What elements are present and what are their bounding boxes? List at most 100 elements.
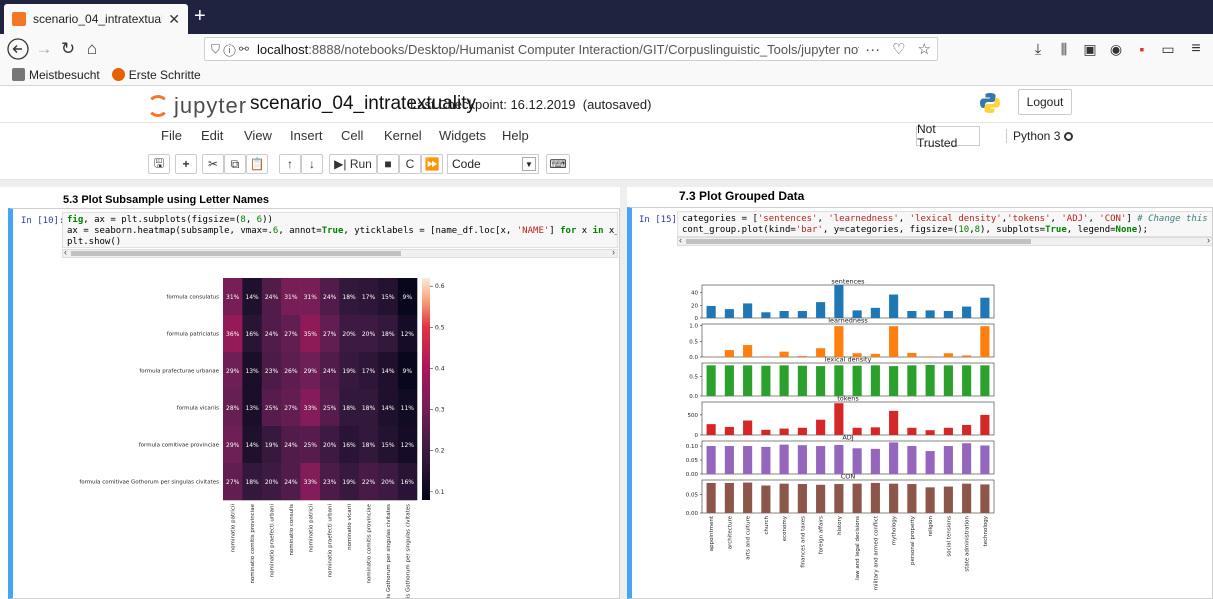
bar [889, 483, 899, 513]
scroll-left-icon[interactable]: ‹ [64, 247, 67, 257]
heatmap-cell-label: 27% [284, 331, 298, 338]
left-code-input[interactable]: fig, ax = plt.subplots(figsize=(8, 6)) ax… [62, 212, 618, 248]
scroll-right-icon[interactable]: › [612, 247, 615, 257]
move-down-icon[interactable]: ↓ [301, 154, 323, 174]
reader-icon[interactable]: ▭ [1158, 34, 1178, 64]
y-tick-label: 0.05 [686, 493, 699, 499]
bar [706, 305, 716, 318]
move-up-icon[interactable]: ↑ [279, 154, 301, 174]
heatmap-column-label: nominatio patricii [231, 504, 237, 553]
right-code-input[interactable]: categories = ['sentences', 'learnedness'… [677, 211, 1212, 237]
new-tab-icon[interactable]: + [194, 4, 206, 28]
heatmap-cell-label: 16% [245, 331, 259, 338]
close-tab-icon[interactable]: ✕ [168, 11, 180, 28]
back-icon[interactable] [6, 34, 30, 64]
run-icon: ▶| [334, 157, 350, 171]
cut-icon[interactable]: ✂ [202, 154, 224, 174]
bookmark-most-visited[interactable]: Meistbesucht [12, 68, 100, 82]
scrollbar-thumb[interactable] [71, 251, 401, 256]
right-code-line-2: cont_group.plot(kind='bar', y=categories… [682, 225, 1149, 235]
insert-cell-icon[interactable]: + [175, 154, 197, 174]
menu-edit[interactable]: Edit [201, 128, 223, 143]
left-code-scrollbar[interactable]: ‹ › [62, 247, 618, 258]
cell-type-select[interactable]: Code ▼ [447, 154, 539, 174]
bar [943, 365, 953, 396]
run-button[interactable]: ▶| Run [329, 154, 377, 174]
bar [943, 427, 953, 435]
heatmap-cell-label: 31% [226, 294, 240, 301]
paste-icon[interactable]: 📋 [246, 154, 268, 174]
bar [761, 356, 771, 357]
restart-icon[interactable]: C [399, 154, 421, 174]
left-code-line-3: plt.show() [67, 237, 122, 247]
bar [870, 365, 880, 396]
menu-help[interactable]: Help [502, 128, 529, 143]
download-icon[interactable]: ⤓ [1028, 34, 1048, 64]
sidebar-icon[interactable]: ▣ [1080, 34, 1100, 64]
scroll-left-icon[interactable]: ‹ [679, 235, 682, 245]
bar [852, 483, 862, 513]
tab-title: scenario_04_intratextuality - Jup [33, 12, 163, 26]
bookmark-star-icon[interactable]: ☆ [918, 40, 931, 58]
scroll-right-icon[interactable]: › [1207, 235, 1210, 245]
bar [925, 487, 935, 513]
menu-icon[interactable]: ≡ [1186, 34, 1206, 64]
heatmap-cell-label: 22% [362, 479, 376, 486]
heatmap-cell-label: 19% [342, 479, 356, 486]
restart-run-all-icon[interactable]: ⏩ [421, 154, 443, 174]
url-bar[interactable]: ⛉ ⓘ ⚯ localhost:8888/notebooks/Desktop/H… [204, 37, 938, 61]
colorbar-tick-label: 0.5 [435, 324, 445, 331]
menu-kernel[interactable]: Kernel [384, 128, 422, 143]
trust-button[interactable]: Not Trusted [916, 122, 980, 150]
x-tick-label: history [837, 515, 843, 535]
heatmap-cell-label: 18% [342, 294, 356, 301]
heatmap-cell-label: 9% [403, 294, 413, 301]
reload-icon[interactable]: ↻ [58, 34, 78, 64]
heatmap-cell-label: 18% [362, 442, 376, 449]
bar [907, 311, 917, 318]
heatmap-cell-label: 24% [284, 442, 298, 449]
pocket-icon[interactable]: ♡ [892, 40, 905, 58]
y-tick-label: 0.5 [689, 339, 698, 345]
cell-type-value: Code [452, 157, 481, 171]
heatmap-cell-label: 29% [226, 368, 240, 375]
y-tick-label: 0 [695, 433, 699, 439]
account-icon[interactable]: ◉ [1106, 34, 1126, 64]
right-notebook-panel: 7.3 Plot Grouped Data In [15]: categorie… [627, 187, 1213, 599]
bar [852, 427, 862, 435]
browser-tab[interactable]: scenario_04_intratextuality - Jup ✕ [4, 4, 188, 34]
home-icon[interactable]: ⌂ [82, 34, 102, 64]
checkpoint-status: Last Checkpoint: 16.12.2019 (autosaved) [410, 97, 651, 112]
colorbar-tick-label: 0.3 [435, 407, 445, 414]
bookmark-getting-started[interactable]: Erste Schritte [111, 68, 201, 82]
right-code-cell[interactable]: In [15]: categories = ['sentences', 'lea… [627, 207, 1213, 599]
keyboard-icon[interactable]: ⌨ [546, 154, 570, 174]
subplot-title: lexical density [825, 356, 872, 364]
gear-icon [12, 68, 25, 81]
copy-icon[interactable]: ⧉ [224, 154, 246, 174]
left-code-cell[interactable]: In [10]: fig, ax = plt.subplots(figsize=… [8, 208, 620, 599]
heatmap-cell-label: 16% [401, 479, 415, 486]
bar [816, 446, 826, 474]
save-icon[interactable]: 🖫 [148, 154, 170, 174]
right-code-scrollbar[interactable]: ‹ › [677, 235, 1212, 246]
page-actions-icon[interactable]: ··· [865, 41, 880, 58]
jupyter-logo-icon [147, 95, 169, 117]
heatmap-cell-label: 24% [284, 479, 298, 486]
jupyter-logo[interactable]: jupyter [147, 93, 247, 119]
menu-view[interactable]: View [244, 128, 272, 143]
forward-icon[interactable]: → [34, 34, 54, 64]
menu-cell[interactable]: Cell [341, 128, 363, 143]
extension-icon[interactable]: ▪ [1132, 34, 1152, 64]
bar [925, 364, 935, 396]
menu-insert[interactable]: Insert [290, 128, 323, 143]
menu-file[interactable]: File [161, 128, 182, 143]
scrollbar-thumb[interactable] [686, 239, 1031, 244]
library-icon[interactable]: ⫼ [1054, 34, 1074, 64]
menu-widgets[interactable]: Widgets [439, 128, 486, 143]
kernel-idle-icon [1064, 132, 1074, 141]
logout-button[interactable]: Logout [1018, 89, 1072, 115]
colorbar-tick-label: 0.6 [435, 283, 445, 290]
stop-icon[interactable]: ■ [377, 154, 399, 174]
heatmap-cell-label: 20% [323, 442, 337, 449]
